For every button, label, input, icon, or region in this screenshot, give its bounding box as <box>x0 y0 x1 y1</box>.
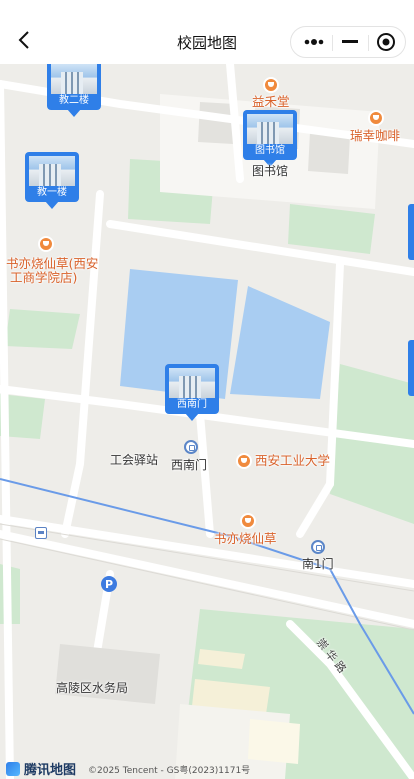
tencent-map-logo: 腾讯地图 <box>6 759 76 778</box>
map-footer: 腾讯地图 ©2025 Tencent - GS粤(2023)1171号 <box>0 756 414 778</box>
campus-map[interactable]: 教二楼 教一楼 图书馆 西南门 益禾堂 瑞幸咖啡 图书馆 书亦烧仙草(西安 工商… <box>0 64 414 779</box>
poi-shuyi-school[interactable]: 书亦烧仙草(西安 工商学院店) <box>6 257 98 285</box>
poi-nan1men[interactable]: 南1门 <box>302 557 334 571</box>
marker-library[interactable]: 图书馆 <box>243 110 297 167</box>
gate-icon <box>184 440 198 454</box>
food-icon <box>38 236 54 252</box>
food-icon <box>263 77 279 93</box>
photo-thumb <box>247 114 293 144</box>
poi-shuyi-south[interactable]: 书亦烧仙草 <box>214 532 277 546</box>
nav-bar: 校园地图 <box>0 0 414 64</box>
close-target-icon[interactable] <box>367 27 405 57</box>
marker-xinanmen[interactable]: 西南门 <box>165 364 219 421</box>
poi-yihetang[interactable]: 益禾堂 <box>252 95 290 109</box>
marker-jiaoer[interactable]: 教二楼 <box>47 64 101 117</box>
minimize-icon[interactable] <box>331 27 369 57</box>
photo-thumb <box>29 156 75 186</box>
food-icon <box>368 110 384 126</box>
poi-xinanmen[interactable]: 西南门 <box>171 458 207 472</box>
offscreen-marker-edge[interactable] <box>408 204 414 260</box>
photo-thumb <box>169 368 215 398</box>
poi-gonghui[interactable]: 工会驿站 <box>110 453 158 467</box>
university-icon <box>236 453 252 469</box>
poi-library-label[interactable]: 图书馆 <box>252 164 288 178</box>
copyright-text: ©2025 Tencent - GS粤(2023)1171号 <box>88 766 251 776</box>
tencent-map-icon <box>6 761 20 776</box>
poi-xian-tech-univ[interactable]: 西安工业大学 <box>255 454 330 468</box>
marker-jiaoyi[interactable]: 教一楼 <box>25 152 79 209</box>
photo-thumb <box>51 64 97 94</box>
poi-water-bureau[interactable]: 高陵区水务局 <box>56 681 128 695</box>
poi-ruixing[interactable]: 瑞幸咖啡 <box>350 129 400 143</box>
capsule-menu <box>290 26 406 58</box>
bus-stop-icon <box>35 527 47 539</box>
parking-icon[interactable]: P <box>101 576 117 592</box>
more-icon[interactable] <box>295 27 333 57</box>
offscreen-marker-edge[interactable] <box>408 340 414 396</box>
food-icon <box>240 513 256 529</box>
gate-icon <box>311 540 325 554</box>
